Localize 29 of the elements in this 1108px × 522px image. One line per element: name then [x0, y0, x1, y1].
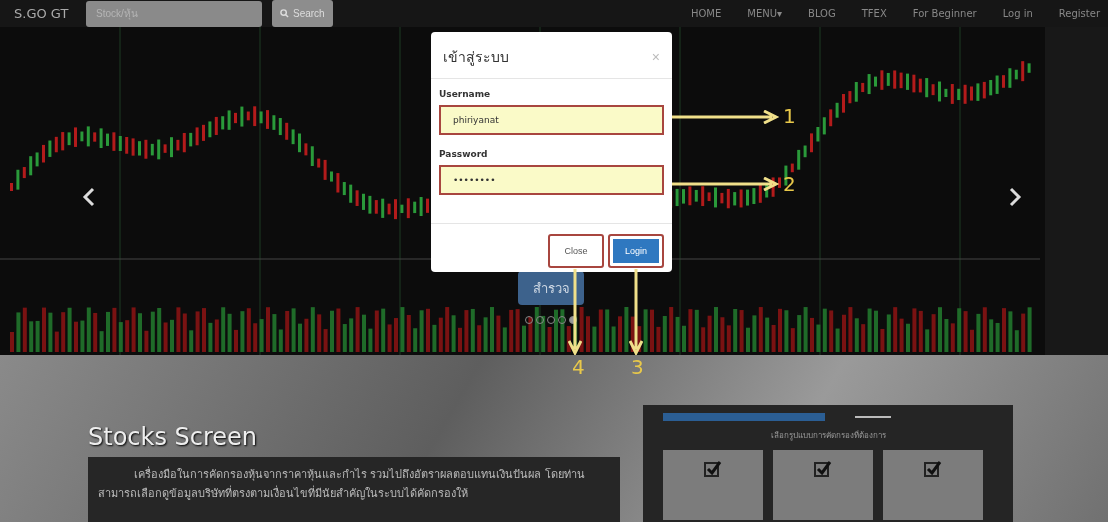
- input-field[interactable]: phiriyanat: [439, 105, 664, 135]
- nav-link[interactable]: TFEX: [861, 8, 887, 19]
- carousel-dot[interactable]: [569, 316, 577, 324]
- screen-card[interactable]: [773, 450, 873, 520]
- field-label: Username: [439, 89, 492, 99]
- nav-link[interactable]: MENU▾: [747, 8, 783, 19]
- section-description: เครื่องมือในการคัดกรองหุ้นจากราคาหุ้นและกำไร รวมไปถึงอัตราผลตอบแทนเงินปันผล โดยท่านสามารถเลือกดูข้อมูลบริษัทที่ตรงตามเงื่อนไขที่มีนัยสำคัญในระบบได้คัดกรองให้: [88, 457, 620, 522]
- login-button[interactable]: Login: [608, 234, 664, 268]
- section-title: Stocks Screen: [88, 423, 259, 451]
- annotation-number: 1: [783, 104, 796, 128]
- chevron-left-icon[interactable]: [82, 187, 96, 207]
- site-logo[interactable]: S.GO GT: [14, 6, 76, 21]
- search-icon: [280, 9, 289, 18]
- nav-link[interactable]: BLOG: [808, 8, 836, 19]
- screen-card[interactable]: [663, 450, 763, 520]
- nav-link[interactable]: Log in: [1002, 8, 1033, 19]
- panel-caption: เลือกรูปแบบการคัดกรองที่ต้องการ: [769, 429, 887, 442]
- annotation-number: 2: [783, 172, 796, 196]
- dialog-title: เข้าสู่ระบบ: [443, 48, 509, 68]
- field-label: Password: [439, 149, 489, 159]
- chevron-right-icon[interactable]: [1008, 187, 1022, 207]
- nav-link[interactable]: HOME: [690, 8, 722, 19]
- input-field[interactable]: ••••••••: [439, 165, 664, 195]
- annotation-number: 4: [572, 355, 585, 379]
- nav-link[interactable]: For Beginner: [912, 8, 977, 19]
- close-button[interactable]: Close: [548, 234, 604, 268]
- screen-card[interactable]: [883, 450, 983, 520]
- annotation-number: 3: [631, 355, 644, 379]
- nav-link[interactable]: Register: [1058, 8, 1100, 19]
